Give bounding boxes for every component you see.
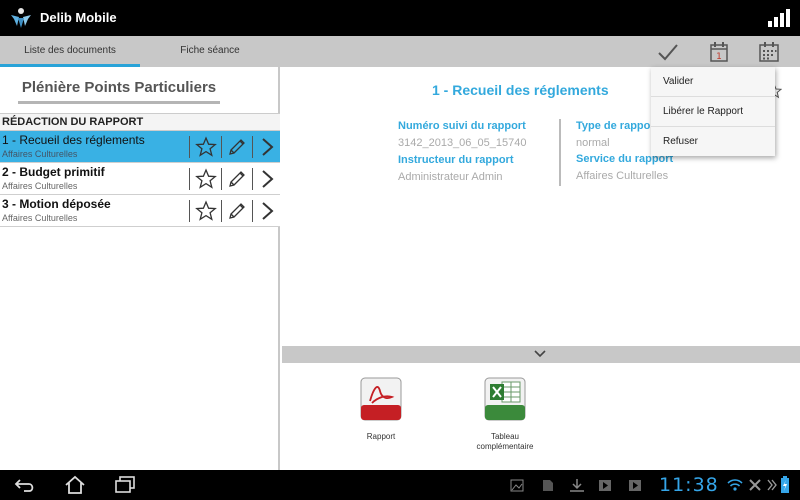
calendar-day-icon[interactable]: 1 bbox=[707, 40, 731, 64]
divider bbox=[252, 200, 253, 222]
pencil-icon[interactable] bbox=[226, 136, 248, 158]
system-bar: 11:38 bbox=[0, 470, 800, 500]
app-logo-icon bbox=[11, 8, 31, 28]
media-play-icon bbox=[599, 480, 611, 491]
clock: 11:38 bbox=[659, 474, 719, 496]
chevron-down-icon bbox=[534, 350, 546, 358]
divider bbox=[221, 136, 222, 158]
pdf-icon bbox=[360, 377, 402, 421]
excel-icon bbox=[484, 377, 526, 421]
numero-value: 3142_2013_06_05_15740 bbox=[398, 137, 527, 149]
document-rapport[interactable]: Rapport bbox=[341, 377, 421, 442]
menu-item-valider[interactable]: Valider bbox=[651, 67, 775, 97]
list-item-subtitle: Affaires Culturelles bbox=[2, 181, 78, 191]
actions-menu: Valider Libérer le Rapport Refuser bbox=[651, 67, 775, 156]
list-item-subtitle: Affaires Culturelles bbox=[2, 213, 78, 223]
star-icon[interactable] bbox=[195, 168, 217, 190]
drawer-handle[interactable] bbox=[282, 346, 800, 363]
divider bbox=[189, 168, 190, 190]
star-icon[interactable] bbox=[195, 136, 217, 158]
back-icon[interactable] bbox=[14, 477, 36, 493]
divider bbox=[559, 119, 561, 186]
menu-item-refuser[interactable]: Refuser bbox=[651, 127, 775, 157]
menu-item-liberer-rapport[interactable]: Libérer le Rapport bbox=[651, 97, 775, 127]
calendar-day-number: 1 bbox=[716, 52, 722, 62]
title-bar: Delib Mobile bbox=[0, 0, 800, 36]
gallery-icon bbox=[510, 479, 524, 492]
star-icon[interactable] bbox=[195, 200, 217, 222]
media-play-icon bbox=[629, 480, 641, 491]
signal-strength-icon bbox=[768, 9, 790, 27]
divider bbox=[189, 200, 190, 222]
document-list-panel: Plénière Points Particuliers RÉDACTION D… bbox=[0, 67, 280, 470]
document-label: Tableau complémentaire bbox=[476, 432, 534, 451]
recent-apps-icon[interactable] bbox=[114, 476, 136, 494]
battery-charging-icon bbox=[781, 476, 789, 493]
document-tableau[interactable]: Tableau complémentaire bbox=[465, 377, 545, 452]
list-item-subtitle: Affaires Culturelles bbox=[2, 149, 78, 159]
numero-label: Numéro suivi du rapport bbox=[398, 120, 526, 132]
file-icon bbox=[543, 480, 553, 491]
list-item-title: 2 - Budget primitif bbox=[2, 165, 105, 179]
detail-title: 1 - Recueil des réglements bbox=[432, 82, 609, 98]
list-item[interactable]: 1 - Recueil des réglements Affaires Cult… bbox=[0, 131, 280, 163]
session-title: Plénière Points Particuliers bbox=[18, 79, 220, 104]
list-item[interactable]: 2 - Budget primitif Affaires Culturelles bbox=[0, 163, 280, 195]
type-label: Type de rapport bbox=[576, 120, 659, 132]
pencil-icon[interactable] bbox=[226, 168, 248, 190]
tab-liste-des-documents[interactable]: Liste des documents bbox=[0, 36, 140, 67]
section-header: RÉDACTION DU RAPPORT bbox=[0, 113, 280, 131]
home-icon[interactable] bbox=[64, 475, 86, 495]
wifi-icon bbox=[727, 479, 743, 491]
instructeur-label: Instructeur du rapport bbox=[398, 154, 514, 166]
document-label: Rapport bbox=[366, 432, 396, 441]
list-item-title: 1 - Recueil des réglements bbox=[2, 133, 145, 147]
check-icon[interactable] bbox=[656, 40, 680, 64]
type-value: normal bbox=[576, 137, 610, 149]
calendar-grid-icon[interactable] bbox=[757, 40, 781, 64]
pencil-icon[interactable] bbox=[226, 200, 248, 222]
service-value: Affaires Culturelles bbox=[576, 170, 669, 182]
divider bbox=[189, 136, 190, 158]
chevron-right-icon[interactable] bbox=[258, 169, 276, 189]
list-item[interactable]: 3 - Motion déposée Affaires Culturelles bbox=[0, 195, 280, 227]
usb-debug-icon bbox=[749, 479, 761, 491]
tab-bar: Liste des documents Fiche séance 1 bbox=[0, 36, 800, 67]
instructeur-value: Administrateur Admin bbox=[398, 171, 503, 183]
list-item-title: 3 - Motion déposée bbox=[2, 197, 111, 211]
tab-fiche-seance[interactable]: Fiche séance bbox=[140, 36, 280, 67]
download-icon bbox=[570, 479, 584, 492]
chevron-right-icon[interactable] bbox=[258, 137, 276, 157]
chevron-right-icon[interactable] bbox=[258, 201, 276, 221]
divider bbox=[221, 168, 222, 190]
divider bbox=[252, 136, 253, 158]
divider bbox=[221, 200, 222, 222]
chevron-double-right-icon bbox=[767, 479, 777, 491]
app-title: Delib Mobile bbox=[40, 10, 117, 25]
divider bbox=[252, 168, 253, 190]
